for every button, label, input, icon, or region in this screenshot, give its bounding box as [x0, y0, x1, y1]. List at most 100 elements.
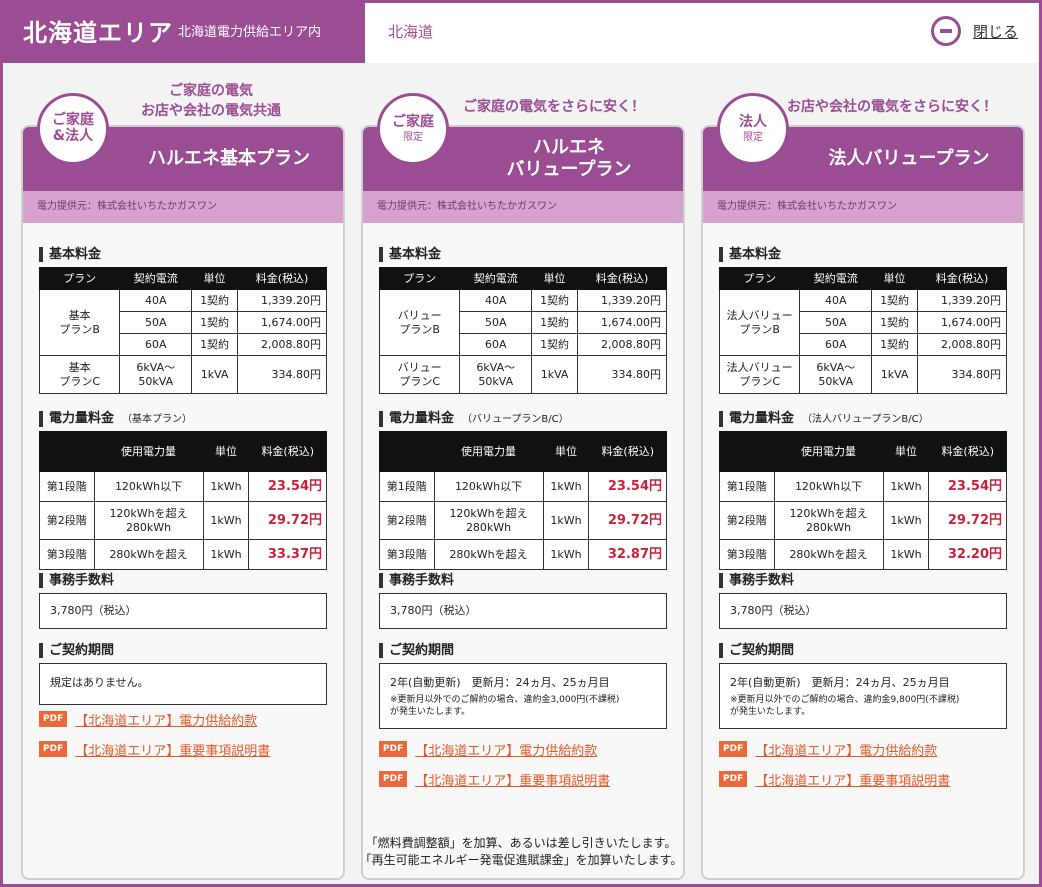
price-cell: 1,674.00円 — [917, 311, 1007, 334]
badge-label: ご家庭 &法人 — [52, 112, 94, 144]
usage-heading-text: 電力量料金 — [729, 411, 795, 426]
unit-cell: 1kWh — [882, 501, 930, 540]
tier-cell: 第1段階 — [39, 471, 95, 502]
contract-text: 2年(自動更新) 更新月：24ヵ月、25ヵ月目 — [730, 676, 950, 689]
price-cell: 29.72円 — [928, 501, 1007, 540]
table-row: 第3段階 280kWhを超え 1kWh 32.20円 — [719, 539, 1007, 570]
usage-fee-heading: 電力量料金 （基本プラン） — [39, 411, 192, 427]
basic-fee-heading: 基本料金 — [379, 247, 441, 262]
unit-cell: 1kWh — [202, 539, 250, 570]
basic-fee-table: プラン 契約電流 単位 料金(税込) 基本 プランB 40A 1契約 1,339… — [38, 267, 327, 394]
unit-cell: 1契約 — [191, 289, 239, 312]
unit-cell: 1契約 — [531, 333, 579, 356]
unit-cell: 1kWh — [542, 471, 590, 502]
pdf-link-explanation[interactable]: PDF 【北海道エリア】重要事項説明書 — [39, 739, 270, 759]
pdf-link-terms[interactable]: PDF 【北海道エリア】電力供給約款 — [719, 739, 937, 759]
range-cell: 280kWhを超え — [433, 539, 544, 570]
plan-title-text: ハルエネ基本プラン — [148, 148, 310, 169]
tier-cell: 第3段階 — [39, 539, 95, 570]
admin-fee-value: 3,780円（税込） — [719, 593, 1007, 629]
price-cell: 1,674.00円 — [577, 311, 667, 334]
range-cell: 120kWhを超え 280kWh — [773, 501, 884, 540]
contract-text: 規定はありません。 — [50, 676, 149, 689]
plan-tagline: お店や会社の電気をさらに安く！ — [787, 99, 997, 115]
area-subtitle: 北海道電力供給エリア内 — [178, 25, 322, 40]
pdf-icon: PDF — [39, 741, 68, 757]
range-cell: 280kWhを超え — [93, 539, 204, 570]
price-cell: 33.37円 — [248, 539, 327, 570]
plan-badge: 法人 限定 — [717, 93, 789, 165]
unit-cell: 1契約 — [871, 311, 919, 334]
area-panel: 北海道エリア 北海道電力供給エリア内 北海道 閉じる ご家庭の電気 お店や会社の… — [0, 0, 1042, 887]
pdf-link-label: 【北海道エリア】重要事項説明書 — [75, 743, 271, 759]
plan-name-cell: 基本 プランB — [38, 289, 121, 356]
pdf-link-explanation[interactable]: PDF 【北海道エリア】重要事項説明書 — [719, 769, 950, 789]
price-cell: 2,008.80円 — [237, 333, 327, 356]
table-header: 料金(税込) — [237, 267, 327, 290]
table-header: 単位 — [871, 267, 919, 290]
pdf-icon: PDF — [379, 771, 408, 787]
amp-cell: 40A — [799, 289, 873, 312]
pdf-icon: PDF — [39, 711, 68, 727]
table-header: 単位 — [191, 267, 239, 290]
table-row: 第2段階 120kWhを超え 280kWh 1kWh 29.72円 — [39, 501, 327, 540]
range-cell: 120kWh以下 — [433, 471, 544, 502]
amp-cell: 60A — [459, 333, 533, 356]
area-tab: 北海道エリア 北海道電力供給エリア内 — [3, 3, 365, 63]
unit-cell: 1契約 — [871, 289, 919, 312]
admin-fee-heading: 事務手数料 — [379, 573, 454, 588]
usage-fee-table: 使用電力量 単位 料金(税込) 第1段階 120kWh以下 1kWh 23.54… — [379, 431, 667, 570]
basic-fee-table: プラン 契約電流 単位 料金(税込) 法人バリュー プランB 40A 1契約 1… — [718, 267, 1007, 394]
close-button[interactable]: 閉じる — [931, 15, 1018, 47]
tier-cell: 第2段階 — [379, 501, 435, 540]
table-header — [719, 431, 775, 472]
tier-cell: 第2段階 — [39, 501, 95, 540]
price-cell: 334.80円 — [237, 355, 327, 394]
footer-line: 「燃料費調整額」を加算、あるいは差し引きいたします。 — [365, 836, 677, 850]
pdf-link-explanation[interactable]: PDF 【北海道エリア】重要事項説明書 — [379, 769, 610, 789]
table-header: プラン — [718, 267, 801, 290]
pdf-link-terms[interactable]: PDF 【北海道エリア】電力供給約款 — [39, 709, 257, 729]
table-header: 料金(税込) — [917, 267, 1007, 290]
plan-title-text: ハルエネ バリュープラン — [506, 137, 632, 180]
table-row: 第2段階 120kWhを超え 280kWh 1kWh 29.72円 — [379, 501, 667, 540]
amp-cell: 50A — [799, 311, 873, 334]
range-cell: 120kWh以下 — [93, 471, 204, 502]
range-cell: 120kWhを超え 280kWh — [93, 501, 204, 540]
area-header: 北海道エリア 北海道電力供給エリア内 北海道 閉じる — [3, 3, 1039, 63]
contract-heading: ご契約期間 — [379, 643, 454, 658]
price-cell: 2,008.80円 — [577, 333, 667, 356]
pdf-icon: PDF — [719, 741, 748, 757]
pdf-icon: PDF — [379, 741, 408, 757]
amp-cell: 60A — [799, 333, 873, 356]
plan-name-cell: 基本 プランC — [38, 355, 121, 394]
table-row: 基本 プランB 40A 1契約 1,339.20円 — [38, 289, 327, 356]
contract-heading: ご契約期間 — [719, 643, 794, 658]
basic-fee-heading: 基本料金 — [719, 247, 781, 262]
price-cell: 334.80円 — [577, 355, 667, 394]
plan-header: 法人 限定 法人バリュープラン — [703, 93, 1023, 191]
admin-fee-heading: 事務手数料 — [719, 573, 794, 588]
contract-heading: ご契約期間 — [39, 643, 114, 658]
plan-name-cell: バリュー プランB — [378, 289, 461, 356]
table-header — [39, 431, 95, 472]
price-cell: 29.72円 — [248, 501, 327, 540]
table-header: 料金(税込) — [588, 431, 667, 472]
plan-tagline: ご家庭の電気 お店や会社の電気共通 — [141, 83, 281, 119]
usage-heading-note: （法人バリュープランB/C） — [802, 414, 929, 425]
contract-text: 2年(自動更新) 更新月：24ヵ月、25ヵ月目 — [390, 676, 610, 689]
table-row: 第3段階 280kWhを超え 1kWh 33.37円 — [39, 539, 327, 570]
range-cell: 280kWhを超え — [773, 539, 884, 570]
amp-cell: 6kVA～ 50kVA — [799, 355, 873, 394]
plan-tagline: ご家庭の電気をさらに安く！ — [463, 99, 645, 115]
tier-cell: 第1段階 — [379, 471, 435, 502]
amp-cell: 50A — [119, 311, 193, 334]
price-cell: 1,339.20円 — [917, 289, 1007, 312]
table-row: バリュー プランC 6kVA～ 50kVA 1kVA 334.80円 — [378, 355, 667, 394]
unit-cell: 1kWh — [542, 501, 590, 540]
contract-box: 規定はありません。 — [39, 663, 327, 705]
pdf-link-terms[interactable]: PDF 【北海道エリア】電力供給約款 — [379, 739, 597, 759]
provider-bar: 電力提供元：株式会社いちたかガスワン — [23, 191, 343, 223]
table-header: 単位 — [882, 431, 930, 472]
plan-title: 法人バリュープラン — [803, 127, 1015, 191]
